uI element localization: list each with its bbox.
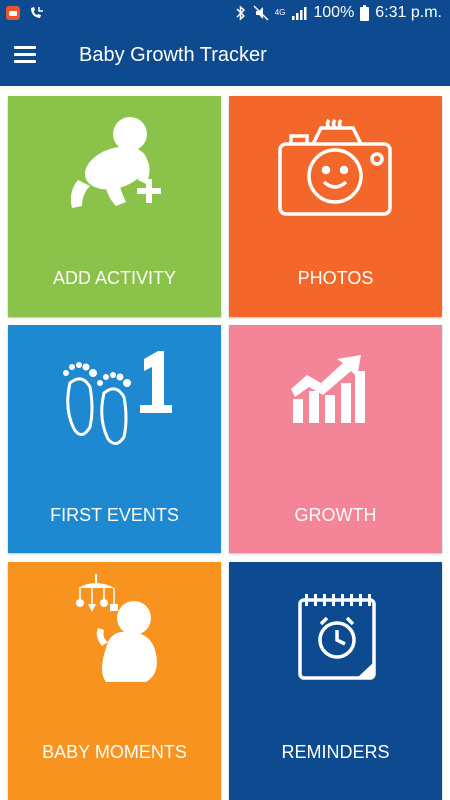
growth-tile[interactable]: GROWTH bbox=[229, 325, 442, 553]
bluetooth-icon bbox=[236, 5, 245, 21]
growth-label: GROWTH bbox=[294, 505, 377, 525]
add-activity-tile[interactable]: ADD ACTIVITY bbox=[8, 96, 221, 317]
baby-mobile-icon bbox=[76, 574, 157, 682]
clock: 6:31 p.m. bbox=[375, 4, 442, 21]
baby-moments-label: BABY MOMENTS bbox=[42, 742, 187, 762]
photos-tile[interactable]: PHOTOS bbox=[229, 96, 442, 317]
app-title: Baby Growth Tracker bbox=[79, 44, 267, 66]
battery-icon bbox=[360, 5, 370, 21]
reminders-label: REMINDERS bbox=[281, 742, 390, 762]
menu-icon[interactable] bbox=[14, 46, 38, 66]
dashboard-grid: ADD ACTIVITY PHOTOS FIRST EVENTS GROWTH … bbox=[0, 86, 450, 800]
signal-icon bbox=[292, 7, 307, 20]
photos-label: PHOTOS bbox=[297, 268, 374, 288]
notification-app-icon bbox=[6, 6, 20, 20]
missed-call-icon bbox=[31, 7, 43, 18]
battery-percent: 100% bbox=[313, 4, 355, 21]
network-type: 4G bbox=[274, 8, 286, 17]
status-bar: 4G 100% 6:31 p.m. bbox=[0, 0, 450, 28]
add-activity-label: ADD ACTIVITY bbox=[52, 268, 177, 288]
calendar-alarm-icon bbox=[298, 594, 376, 680]
growth-chart-icon bbox=[291, 355, 365, 423]
app-bar: Baby Growth Tracker bbox=[0, 28, 450, 86]
reminders-tile[interactable]: REMINDERS bbox=[229, 562, 442, 800]
first-events-tile[interactable]: FIRST EVENTS bbox=[8, 325, 221, 553]
camera-baby-face-icon bbox=[278, 118, 392, 216]
first-events-label: FIRST EVENTS bbox=[50, 505, 179, 525]
mute-icon bbox=[253, 5, 269, 21]
crawling-baby-plus-icon bbox=[70, 117, 161, 208]
baby-feet-one-icon bbox=[63, 351, 172, 445]
baby-moments-tile[interactable]: BABY MOMENTS bbox=[8, 562, 221, 800]
